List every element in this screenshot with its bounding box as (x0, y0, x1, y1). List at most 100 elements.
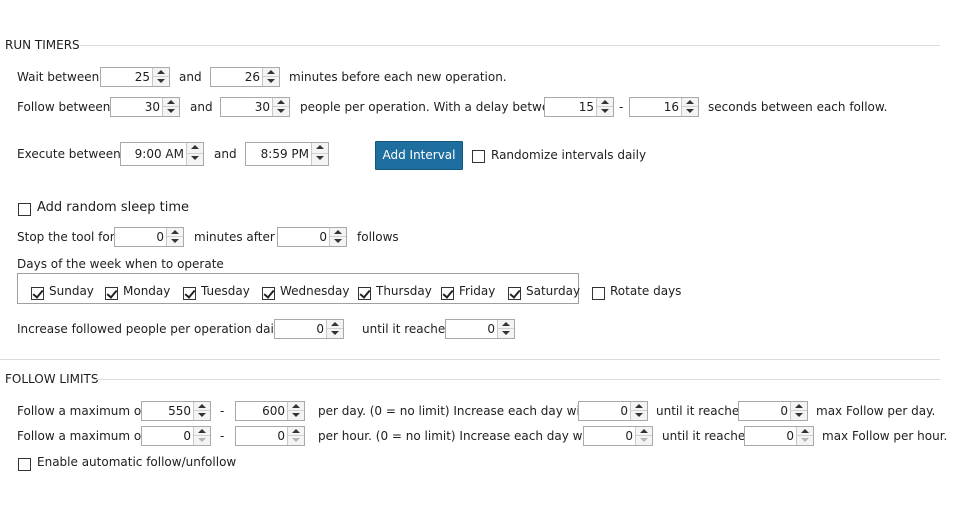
spin-down-icon[interactable] (327, 329, 343, 338)
stop-minutes-value[interactable]: 0 (115, 228, 166, 246)
day-sunday-label[interactable]: Sunday (49, 283, 94, 299)
follow-day-limit-spinner[interactable]: 0 (738, 401, 808, 421)
random-sleep-checkbox[interactable] (18, 203, 31, 216)
stop-follows-spinner[interactable]: 0 (277, 227, 347, 247)
spin-up-icon[interactable] (263, 68, 279, 77)
spin-up-icon[interactable] (163, 98, 179, 107)
auto-follow-unfollow-checkbox[interactable] (18, 458, 31, 471)
follow-day-max-value[interactable]: 600 (236, 402, 287, 420)
day-wednesday-checkbox[interactable] (262, 287, 275, 300)
day-tuesday-label[interactable]: Tuesday (201, 283, 250, 299)
spin-up-icon[interactable] (312, 143, 328, 154)
wait-max-spinner[interactable]: 26 (210, 67, 280, 87)
increase-limit-spinner[interactable]: 0 (445, 319, 515, 339)
follow-hour-limit-value[interactable]: 0 (745, 427, 796, 445)
day-wednesday-label[interactable]: Wednesday (280, 283, 349, 299)
spin-up-icon[interactable] (194, 402, 210, 411)
delay-min-value[interactable]: 15 (545, 98, 596, 116)
spin-up-icon[interactable] (330, 228, 346, 237)
randomize-intervals-checkbox[interactable] (472, 150, 485, 163)
stop-follows-value[interactable]: 0 (278, 228, 329, 246)
spin-down-icon[interactable] (330, 237, 346, 246)
spin-up-icon[interactable] (797, 427, 813, 436)
day-thursday-label[interactable]: Thursday (376, 283, 432, 299)
follow-day-min-value[interactable]: 550 (142, 402, 193, 420)
rotate-days-checkbox[interactable] (592, 287, 605, 300)
spin-up-icon[interactable] (682, 98, 698, 107)
spin-down-icon[interactable] (194, 411, 210, 420)
spin-down-icon[interactable] (631, 411, 647, 420)
spin-down-icon[interactable] (263, 77, 279, 86)
day-monday-label[interactable]: Monday (123, 283, 170, 299)
spin-up-icon[interactable] (187, 143, 203, 154)
spin-down-icon[interactable] (273, 107, 289, 116)
spin-down-icon[interactable] (797, 436, 813, 445)
follow-day-increase-spinner[interactable]: 0 (578, 401, 648, 421)
follow-day-increase-value[interactable]: 0 (579, 402, 630, 420)
follow-hour-max-spinner[interactable]: 0 (235, 426, 305, 446)
spin-up-icon[interactable] (498, 320, 514, 329)
spin-down-icon[interactable] (163, 107, 179, 116)
day-friday-label[interactable]: Friday (459, 283, 495, 299)
follow-hour-max-value[interactable]: 0 (236, 427, 287, 445)
spin-down-icon[interactable] (682, 107, 698, 116)
spin-up-icon[interactable] (327, 320, 343, 329)
spin-down-icon[interactable] (791, 411, 807, 420)
spin-down-icon[interactable] (597, 107, 613, 116)
follow-day-max-spinner[interactable]: 600 (235, 401, 305, 421)
follow-day-min-spinner[interactable]: 550 (141, 401, 211, 421)
increase-daily-spinner[interactable]: 0 (274, 319, 344, 339)
follow-max-spinner[interactable]: 30 (220, 97, 290, 117)
wait-min-spinner[interactable]: 25 (100, 67, 170, 87)
delay-max-value[interactable]: 16 (630, 98, 681, 116)
spin-up-icon[interactable] (194, 427, 210, 436)
add-interval-button[interactable]: Add Interval (375, 141, 463, 170)
spin-up-icon[interactable] (167, 228, 183, 237)
follow-day-limit-value[interactable]: 0 (739, 402, 790, 420)
spin-up-icon[interactable] (288, 402, 304, 411)
follow-hour-limit-spinner[interactable]: 0 (744, 426, 814, 446)
follow-hour-min-value[interactable]: 0 (142, 427, 193, 445)
wait-min-value[interactable]: 25 (101, 68, 152, 86)
increase-daily-value[interactable]: 0 (275, 320, 326, 338)
spin-up-icon[interactable] (288, 427, 304, 436)
auto-follow-unfollow-label[interactable]: Enable automatic follow/unfollow (37, 454, 236, 470)
spin-up-icon[interactable] (597, 98, 613, 107)
spin-down-icon[interactable] (288, 436, 304, 445)
follow-min-spinner[interactable]: 30 (110, 97, 180, 117)
spin-down-icon[interactable] (288, 411, 304, 420)
spin-down-icon[interactable] (153, 77, 169, 86)
execute-start-value[interactable]: 9:00 AM (121, 143, 186, 165)
day-saturday-checkbox[interactable] (508, 287, 521, 300)
day-thursday-checkbox[interactable] (358, 287, 371, 300)
spin-down-icon[interactable] (636, 436, 652, 445)
increase-limit-value[interactable]: 0 (446, 320, 497, 338)
follow-hour-min-spinner[interactable]: 0 (141, 426, 211, 446)
rotate-days-label[interactable]: Rotate days (610, 283, 681, 299)
spin-up-icon[interactable] (631, 402, 647, 411)
execute-end-timepicker[interactable]: 8:59 PM (245, 142, 329, 166)
spin-up-icon[interactable] (636, 427, 652, 436)
stop-minutes-spinner[interactable]: 0 (114, 227, 184, 247)
spin-down-icon[interactable] (167, 237, 183, 246)
spin-down-icon[interactable] (187, 154, 203, 165)
delay-min-spinner[interactable]: 15 (544, 97, 614, 117)
day-monday-checkbox[interactable] (105, 287, 118, 300)
execute-end-value[interactable]: 8:59 PM (246, 143, 311, 165)
spin-up-icon[interactable] (153, 68, 169, 77)
day-tuesday-checkbox[interactable] (183, 287, 196, 300)
day-friday-checkbox[interactable] (441, 287, 454, 300)
day-sunday-checkbox[interactable] (31, 287, 44, 300)
spin-down-icon[interactable] (194, 436, 210, 445)
spin-up-icon[interactable] (273, 98, 289, 107)
spin-down-icon[interactable] (498, 329, 514, 338)
follow-hour-increase-spinner[interactable]: 0 (583, 426, 653, 446)
follow-min-value[interactable]: 30 (111, 98, 162, 116)
randomize-intervals-label[interactable]: Randomize intervals daily (491, 147, 646, 163)
follow-hour-increase-value[interactable]: 0 (584, 427, 635, 445)
execute-start-timepicker[interactable]: 9:00 AM (120, 142, 204, 166)
delay-max-spinner[interactable]: 16 (629, 97, 699, 117)
spin-down-icon[interactable] (312, 154, 328, 165)
day-saturday-label[interactable]: Saturday (526, 283, 580, 299)
wait-max-value[interactable]: 26 (211, 68, 262, 86)
